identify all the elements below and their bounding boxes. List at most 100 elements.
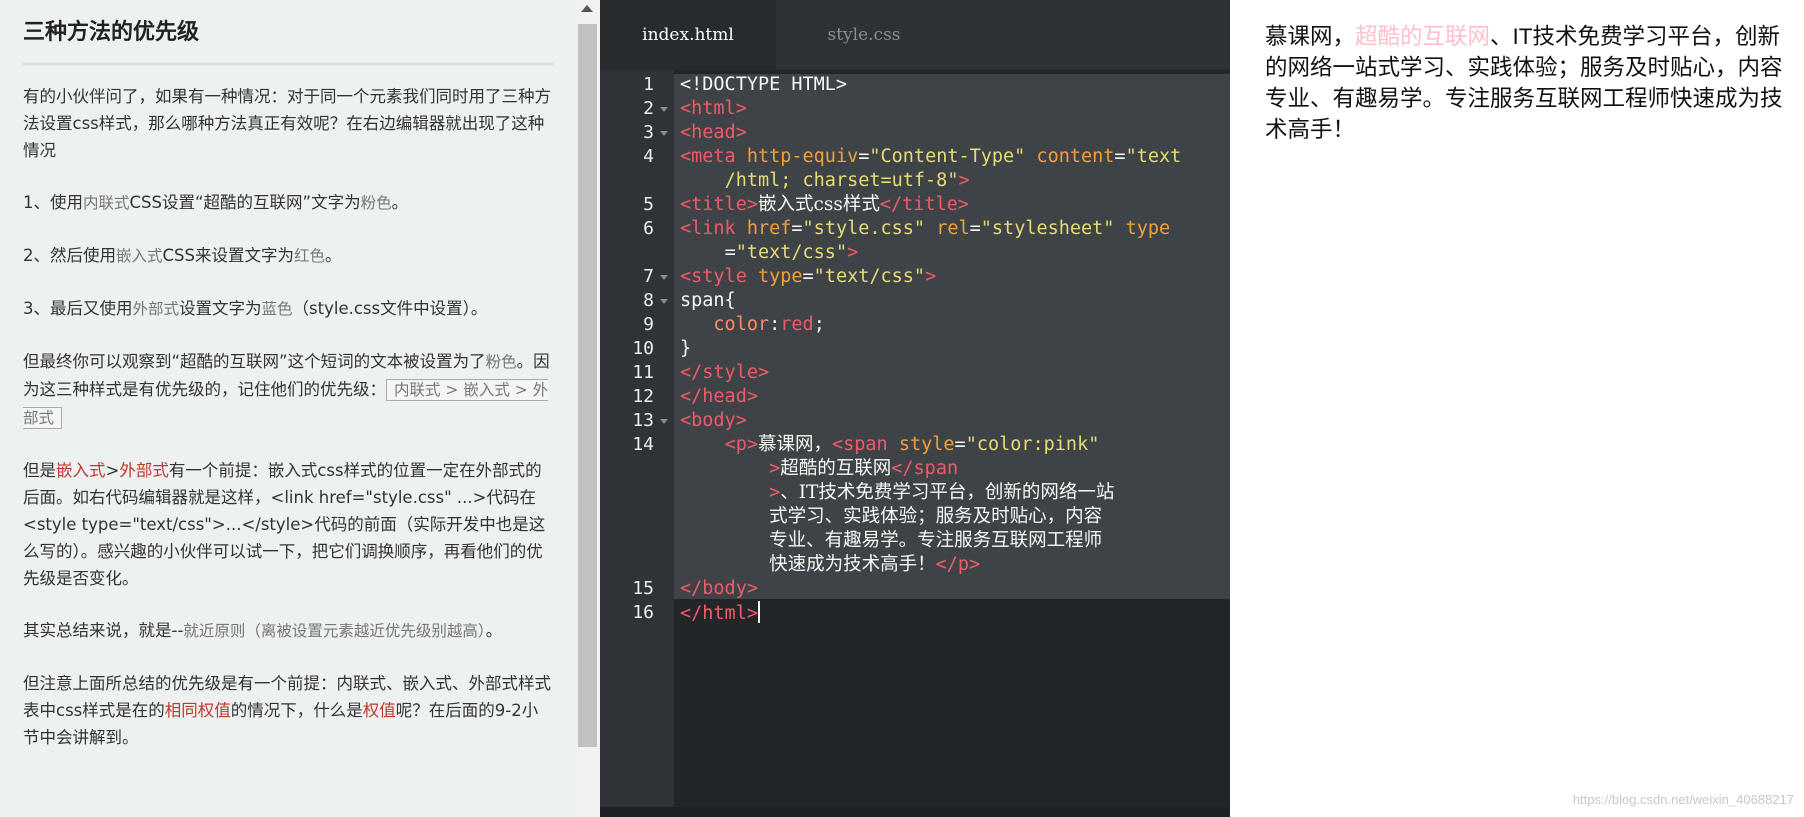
code-token: = [791,218,803,239]
tab-index-html[interactable]: index.html [600,0,776,70]
code-token: > [958,170,970,191]
preview-text: 慕课网， [1265,24,1356,49]
code-line-4: <meta http-equiv="Content-Type" content=… [680,145,1181,169]
color-pink-label: 粉色 [360,194,392,212]
line-number: 12 [632,386,654,407]
code-token: "text [1125,146,1182,167]
code-token: <meta [680,146,736,167]
code-token: span{ [680,290,736,311]
preview-pink-span: 超酷的互联网 [1355,24,1491,49]
code-token: "style.css" [802,218,926,239]
text: 其实总结来说，就是-- [23,621,184,640]
code-token: > [769,482,781,503]
code-token: "stylesheet" [980,218,1115,239]
code-token: style [898,434,955,455]
code-token: 式学习、实践体验；服务及时贴心，内容 [769,506,1103,527]
code-token: "text/css" [813,266,926,287]
line-number: 4 [643,146,654,167]
text: 的情况下，什么是 [230,701,363,720]
code-line-15: </body> [680,577,758,601]
text: 。 [485,621,503,640]
code-token: color [713,314,770,335]
preview-pane: 慕课网，超酷的互联网、IT技术免费学习平台，创新的网络一站式学习、实践体验；服务… [1230,0,1804,817]
code-token: <span [832,434,888,455]
code-token: <head> [680,122,747,143]
line-number: 16 [632,602,654,623]
code-token: </head> [680,386,758,407]
code-line-14-wrap-3: 式学习、实践体验；服务及时贴心，内容 [680,505,1102,529]
code-token: http-equiv [746,146,859,167]
code-token: </body> [680,578,758,599]
code-token: </html> [680,603,758,624]
text: > [105,461,120,480]
code-token: </p> [935,554,981,575]
text: 。 [391,193,409,212]
scroll-up-arrow-icon[interactable] [581,5,593,12]
lesson-title: 三种方法的优先级 [23,16,553,65]
code-line-10: } [680,337,691,361]
code-token: type [1125,218,1171,239]
lesson-step-3: 3、最后又使用外部式设置文字为蓝色（style.css文件中设置）。 [23,295,553,323]
code-token: 专业、有趣易学。专注服务互联网工程师 [769,530,1103,551]
code-token: <title> [680,194,758,215]
code-line-14-wrap-4: 专业、有趣易学。专注服务互联网工程师 [680,529,1102,553]
code-token: "text/css" [735,242,848,263]
code-line-5: <title>嵌入式css样式</title> [680,193,969,217]
text: 但最终你可以观察到“超酷的互联网”这个短词的文本被设置为了 [23,352,486,371]
line-number: 3 [643,122,654,143]
text: （style.css文件中设置）。 [292,299,488,318]
line-number-gutter: 1 2 3 4 5 6 7 8 9 10 11 12 13 14 15 16 [600,70,674,807]
line-number: 10 [632,338,654,359]
proximity-principle: 就近原则（离被设置元素越近优先级别越高） [183,622,486,640]
color-blue-label: 蓝色 [261,300,293,318]
code-line-6: <link href="style.css" rel="stylesheet" … [680,217,1170,241]
text: 但是 [23,461,56,480]
text: 1、使用 [23,193,83,212]
line-number: 11 [632,362,654,383]
editor-bottom-bar [600,807,1230,817]
line-number: 6 [643,218,654,239]
preview-paragraph: 慕课网，超酷的互联网、IT技术免费学习平台，创新的网络一站式学习、实践体验；服务… [1265,21,1801,145]
lesson-panel: 三种方法的优先级 有的小伙伴问了，如果有一种情况：对于同一个元素我们同时用了三种… [0,0,575,817]
code-line-13: <body> [680,409,747,433]
code-token: : [769,314,781,335]
code-token: > [769,458,781,479]
tab-style-css[interactable]: style.css [776,0,952,70]
code-line-14-wrap-1: >超酷的互联网</span [680,457,958,481]
code-line-6-wrap: ="text/css"> [680,241,859,265]
highlight-same-weight: 相同权值 [164,701,231,720]
lesson-paragraph-intro: 有的小伙伴问了，如果有一种情况：对于同一个元素我们同时用了三种方法设置css样式… [23,87,551,160]
lesson-weight-paragraph: 但注意上面所总结的优先级是有一个前提：内联式、嵌入式、外部式样式表中css样式是… [23,670,553,751]
code-token: <html> [680,98,747,119]
code-line-14-wrap-5: 快速成为技术高手！</p> [680,553,980,577]
code-line-3: <head> [680,121,747,145]
scrollbar-thumb[interactable] [578,24,597,747]
line-number: 7 [643,266,654,287]
fold-arrow-icon[interactable] [660,107,668,112]
fold-arrow-icon[interactable] [660,131,668,136]
highlight-weight: 权值 [362,701,396,720]
lesson-scrollbar[interactable] [575,0,600,817]
color-red-label: 红色 [293,247,325,265]
code-token: 嵌入式css样式 [757,194,880,215]
color-pink-label: 粉色 [485,353,517,371]
fold-arrow-icon[interactable] [660,299,668,304]
code-token: </style> [680,362,770,383]
code-token: = [724,242,736,263]
code-token: ; [813,314,825,335]
text-cursor [757,601,760,623]
code-line-12: </head> [680,385,758,409]
code-token: content [1036,146,1115,167]
code-token: > [847,242,859,263]
code-token: = [969,218,981,239]
text: 有一个前提：嵌入式css样式的位置一定在外部式的后面。如右代码编辑器就是这样，<… [23,461,546,588]
lesson-step-2: 2、然后使用嵌入式CSS来设置文字为红色。 [23,242,553,270]
lesson-precondition-paragraph: 但是嵌入式>外部式有一个前提：嵌入式css样式的位置一定在外部式的后面。如右代码… [23,457,553,592]
code-line-2: <html> [680,97,747,121]
code-token: red [780,314,814,335]
code-token: 超酷的互联网 [780,458,892,479]
fold-arrow-icon[interactable] [660,275,668,280]
code-token: /html; charset=utf-8" [724,170,959,191]
fold-arrow-icon[interactable] [660,419,668,424]
code-line-16: </html> [680,601,760,626]
